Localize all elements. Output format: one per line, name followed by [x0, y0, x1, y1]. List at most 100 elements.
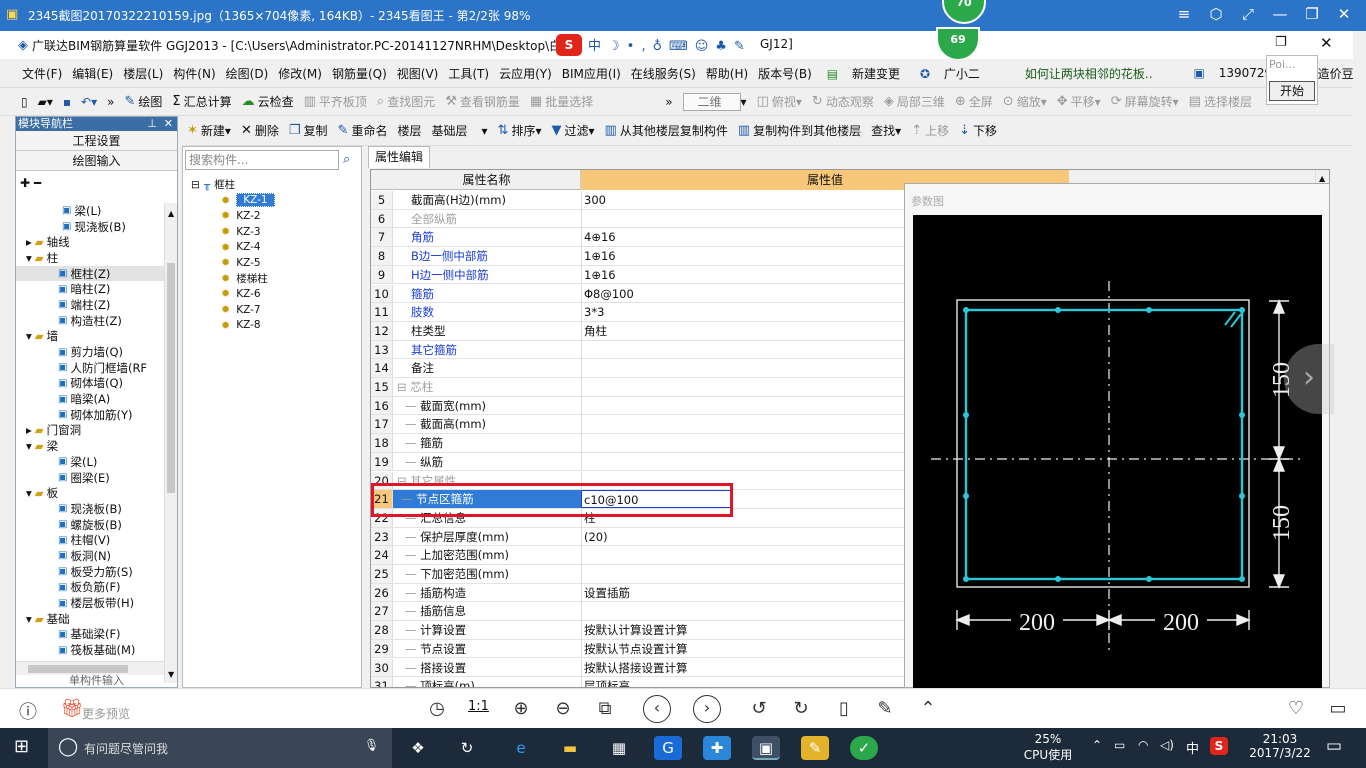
menu-hint-link[interactable]: 如何让两块相邻的花板..	[1020, 65, 1158, 82]
pin-icon[interactable]: ⊥	[147, 117, 157, 131]
nav-tree-item[interactable]: ▣ 柱帽(V)	[16, 532, 164, 548]
nav-tree-item[interactable]: ▣ 暗柱(Z)	[16, 281, 164, 297]
open-file-icon[interactable]: ▰▾	[33, 95, 58, 109]
microphone-icon[interactable]: 🎙︎	[364, 738, 379, 752]
nav-tree-item[interactable]: ▣ 螺旋板(B)	[16, 517, 164, 533]
nav-tree-item[interactable]: ▾ ▰ 梁	[16, 438, 164, 454]
nav-tree-item[interactable]: ▾ ▰ 板	[16, 485, 164, 501]
property-value[interactable]	[581, 546, 881, 564]
single-component-input[interactable]: 单构件输入	[16, 675, 177, 687]
cost-beans[interactable]: 造价豆	[1313, 65, 1359, 82]
wifi-icon[interactable]: ◠	[1138, 738, 1148, 752]
nav-tree-item[interactable]: ▣ 圈梁(E)	[16, 470, 164, 486]
collapse-icon[interactable]: ⊟	[191, 179, 200, 191]
property-value[interactable]: 按默认计算设置计算	[581, 621, 881, 639]
green-app-icon[interactable]: ✓	[850, 736, 878, 760]
menu-icon[interactable]: ≡	[1174, 5, 1194, 23]
component-item[interactable]: ✹ KZ-1	[191, 193, 351, 209]
nav-tree-item[interactable]: ▣ 梁(L)	[16, 203, 164, 219]
nav-hscroll-thumb[interactable]	[28, 665, 128, 673]
copy-from-floor-button[interactable]: ▥ 从其他楼层复制构件	[600, 122, 733, 139]
fullscreen-icon[interactable]: ⤢	[1238, 5, 1258, 23]
nav-tree-item[interactable]: ▣ 筏板基础(M)	[16, 642, 164, 658]
component-item[interactable]: ✹ KZ-5	[191, 255, 351, 271]
component-item[interactable]: ✹ KZ-3	[191, 224, 351, 240]
trash-icon[interactable]: ▯	[832, 698, 856, 719]
property-value[interactable]: 按默认搭接设置计算	[581, 658, 881, 677]
search-icon[interactable]: ⌕	[343, 152, 350, 167]
property-value[interactable]	[581, 602, 881, 621]
menu-bim[interactable]: BIM应用(I)	[557, 65, 626, 82]
property-value[interactable]: 设置插筋	[581, 583, 881, 602]
nav-tree-item[interactable]: ▣ 砌体墙(Q)	[16, 376, 164, 392]
menu-file[interactable]: 文件(F)	[17, 65, 67, 82]
chevron-down-icon[interactable]: ▾	[26, 251, 32, 265]
zoom-out-icon[interactable]: ⊖	[551, 698, 575, 719]
param-diagram-canvas[interactable]: 150 150 200 200	[913, 215, 1322, 689]
skin-icon[interactable]: ⬡	[1206, 5, 1226, 23]
network-icon[interactable]: ▭	[1114, 738, 1125, 752]
menu-cloud[interactable]: 云应用(Y)	[494, 65, 557, 82]
property-value[interactable]: Φ8@100	[581, 284, 881, 303]
menu-floor[interactable]: 楼层(L)	[118, 65, 168, 82]
nav-tree-item[interactable]: ▣ 梁(L)	[16, 454, 164, 470]
property-value[interactable]	[581, 396, 881, 415]
edit-icon[interactable]: ✎	[873, 698, 897, 719]
move-up-button[interactable]: ⇡ 上移	[906, 122, 954, 139]
browser-2345-icon[interactable]: ↻	[453, 736, 481, 760]
grid-scroll-up-icon[interactable]: ▲	[1319, 174, 1325, 183]
tray-up-icon[interactable]: ⌃	[1092, 738, 1102, 752]
property-value[interactable]: 层顶标高	[581, 677, 881, 687]
property-value[interactable]	[581, 565, 881, 583]
menu-tools[interactable]: 工具(T)	[443, 65, 494, 82]
nav-scroll-thumb[interactable]	[167, 263, 175, 493]
component-item[interactable]: ✹ KZ-2	[191, 208, 351, 224]
edge-icon[interactable]: e	[507, 736, 535, 760]
nav-tree-item[interactable]: ▣ 板洞(N)	[16, 548, 164, 564]
menu-new-change[interactable]: ▤ 新建变更	[817, 65, 910, 82]
menu-help[interactable]: 帮助(H)	[701, 65, 753, 82]
menu-draw[interactable]: 绘图(D)	[221, 65, 274, 82]
nav-tree-item[interactable]: ▣ 剪力墙(Q)	[16, 344, 164, 360]
find-element-button[interactable]: ⌕ 查找图元	[372, 93, 440, 110]
cortana-search[interactable]: ◯ 有问题尽管问我 🎙︎	[48, 728, 392, 768]
group-collapse-icon[interactable]: ⊟	[397, 380, 410, 394]
close-icon[interactable]: ✕	[1334, 5, 1354, 23]
nav-tree-item[interactable]: ▣ 人防门框墙(RF	[16, 360, 164, 376]
menu-modify[interactable]: 修改(M)	[273, 65, 327, 82]
nav-hscrollbar[interactable]	[16, 661, 164, 675]
view-mode-select[interactable]: 二维 ▾	[678, 92, 752, 111]
explorer-icon[interactable]: ▬	[556, 736, 584, 760]
property-value[interactable]	[581, 378, 881, 396]
property-value[interactable]: 1⊕16	[581, 265, 881, 284]
store-icon[interactable]: ▦	[605, 736, 633, 760]
chevron-down-icon[interactable]: ▾	[26, 329, 32, 343]
property-value[interactable]: 1⊕16	[581, 247, 881, 265]
nav-tree-item[interactable]: ▣ 现浇板(B)	[16, 219, 164, 235]
floor-select[interactable]: 基础层 ▾	[426, 122, 492, 139]
menu-edit[interactable]: 编辑(E)	[67, 65, 118, 82]
property-value[interactable]: 300	[581, 191, 881, 209]
chevron-right-icon[interactable]: ▸	[26, 423, 32, 437]
nav-tree-item[interactable]: ▾ ▰ 基础	[16, 611, 164, 627]
property-value[interactable]	[581, 434, 881, 452]
collapse-all-icon[interactable]: ━	[34, 176, 41, 190]
nav-tree-item[interactable]: ▾ ▰ 墙	[16, 329, 164, 345]
property-value[interactable]: 按默认节点设置计算	[581, 639, 881, 658]
new-file-icon[interactable]: ▯	[16, 95, 33, 109]
ggj-taskbar-icon[interactable]: G	[654, 736, 682, 760]
nav-draw-input-button[interactable]: 绘图输入	[16, 151, 177, 171]
property-value[interactable]	[581, 340, 881, 359]
prev-icon[interactable]: ‹	[643, 695, 671, 723]
property-value[interactable]: 4⊕16	[581, 228, 881, 247]
property-value[interactable]	[581, 415, 881, 434]
menu-rebar[interactable]: 钢筋量(Q)	[327, 65, 392, 82]
component-root[interactable]: ⊟ ╥ 框柱	[191, 177, 351, 193]
draw-button[interactable]: ✎ 绘图	[119, 93, 167, 110]
toolbar-more-icon[interactable]: »	[660, 95, 677, 109]
chevron-down-icon[interactable]: ▾	[26, 486, 32, 500]
move-down-button[interactable]: ⇣ 下移	[954, 122, 1002, 139]
rotate-right-icon[interactable]: ↻	[789, 698, 813, 719]
notepad-icon[interactable]: ✎	[801, 736, 829, 760]
nav-tree-item[interactable]: ▣ 构造柱(Z)	[16, 313, 164, 329]
